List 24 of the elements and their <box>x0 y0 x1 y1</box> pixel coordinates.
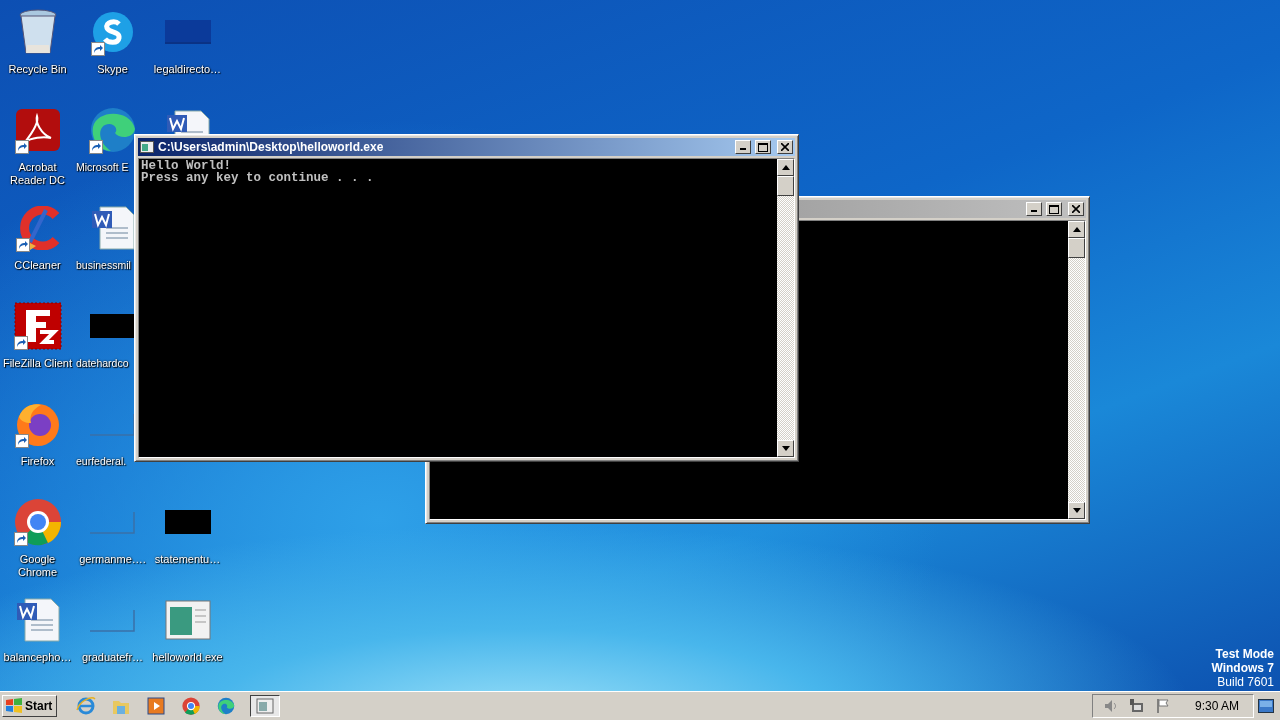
desktop-icon-label[interactable]: germanme…. <box>79 553 146 566</box>
desktop-icon-label[interactable]: Recycle Bin <box>8 63 67 76</box>
desktop-icon-label[interactable]: Firefox <box>20 455 55 468</box>
window-title: C:\Users\admin\Desktop\helloworld.exe <box>158 140 385 154</box>
desktop-icon-label[interactable]: datehardco <box>76 357 129 370</box>
desktop-icon-label[interactable]: eurfederal. <box>76 455 127 468</box>
desktop-icon-label[interactable]: Skype <box>97 63 128 76</box>
system-notice-text: Windows 7 <box>1211 661 1274 675</box>
desktop-icon-label[interactable]: Microsoft E <box>76 161 129 174</box>
desktop-icon-label[interactable]: graduatefr… <box>81 651 144 664</box>
start-button[interactable]: Start <box>2 695 58 717</box>
desktop-icon-label[interactable]: Google Chrome <box>1 553 74 579</box>
system-notice-text: Build 7601 <box>1217 675 1274 689</box>
desktop-icon-label[interactable]: balancepho… <box>3 651 72 664</box>
console-line: Hello World! <box>141 160 231 172</box>
desktop-icon-label[interactable]: FileZilla Client <box>2 357 73 370</box>
desktop-icon-label[interactable]: Acrobat Reader DC <box>1 161 74 187</box>
desktop-icon-label[interactable]: legaldirecto… <box>153 63 222 76</box>
desktop-icon-label[interactable]: CCleaner <box>14 259 61 272</box>
clock[interactable]: 9:30 AM <box>1194 699 1239 713</box>
desktop-icon-label[interactable]: statementu… <box>154 553 221 566</box>
console-line: Press any key to continue . . . <box>141 172 375 184</box>
desktop-icon-label[interactable]: businessmil <box>76 259 131 272</box>
system-notice-text: Test Mode <box>1215 647 1274 661</box>
